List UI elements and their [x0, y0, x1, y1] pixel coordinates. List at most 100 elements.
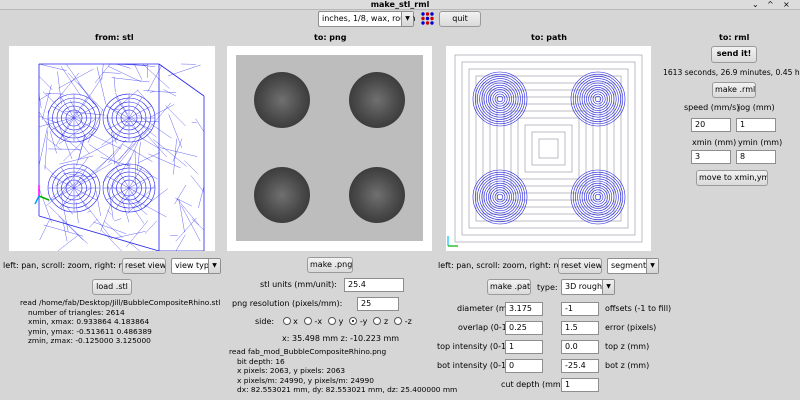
mesh-edge [73, 187, 88, 209]
mesh-edge [143, 90, 177, 94]
side-option[interactable]: -y [349, 317, 367, 326]
load-stl-button[interactable]: load .stl [92, 279, 132, 295]
toolpath-ring [581, 180, 615, 214]
mesh-edge [165, 105, 186, 127]
mode-select[interactable]: inches, 1/8, wax, rough ▼ [318, 11, 415, 27]
side-option-label: y [336, 317, 344, 326]
png-viewer[interactable] [227, 46, 432, 251]
stl-units-input[interactable]: 25.4 [344, 278, 404, 292]
error-input[interactable]: 1.5 [561, 321, 599, 335]
stl-reset-view-button[interactable]: reset view [122, 258, 166, 274]
mesh-edge [51, 187, 75, 201]
side-option[interactable]: y [328, 317, 343, 326]
side-option[interactable]: -x [303, 317, 322, 326]
path-hint: left: pan, scroll: zoom, right: rotate [438, 261, 578, 270]
mesh-edge [195, 118, 205, 133]
png-resolution-input[interactable]: 25 [357, 297, 399, 311]
toolpath-contour [538, 138, 559, 159]
bot-intensity-input[interactable]: 0 [505, 359, 543, 373]
toolpath-ring [483, 180, 517, 214]
mesh-edge [172, 138, 183, 162]
quit-button[interactable]: quit [439, 11, 481, 27]
mesh-edge [89, 218, 98, 228]
mesh-edge [76, 135, 86, 166]
top-intensity-input[interactable]: 1 [505, 340, 543, 354]
mesh-edge [60, 97, 75, 119]
chevron-down-icon: ▼ [602, 280, 614, 294]
mesh-edge [168, 114, 182, 148]
top-z-input[interactable]: 0.0 [561, 340, 599, 354]
mesh-edge [174, 184, 187, 205]
maximize-icon[interactable]: ^ [767, 0, 774, 10]
move-to-origin-button[interactable]: move to xmin,ymin [696, 170, 768, 186]
minimize-icon[interactable]: ⌄ [752, 0, 759, 10]
make-path-button[interactable]: make .path [487, 279, 531, 295]
mesh-edge [149, 91, 155, 93]
side-option[interactable]: z [373, 317, 388, 326]
overlap-input[interactable]: 0.25 [505, 321, 543, 335]
mesh-edge [73, 117, 97, 131]
toolpath-ring [488, 87, 512, 111]
mesh-edge [67, 72, 104, 111]
toolpath-ring [577, 78, 619, 120]
bot-z-label: bot z (mm) [605, 361, 650, 370]
mesh-edge [128, 117, 143, 139]
radio-icon[interactable] [282, 317, 291, 325]
mesh-edge [95, 139, 127, 172]
path-reset-view-button[interactable]: reset view [558, 258, 602, 274]
jog-input[interactable]: 1 [736, 118, 776, 132]
offsets-label: offsets (-1 to fill) [605, 304, 672, 313]
toolpath-ring [579, 80, 617, 118]
mesh-edge [93, 221, 127, 234]
mesh-edge [73, 97, 88, 119]
mesh-edge [39, 219, 50, 241]
mesh-edge [168, 64, 201, 77]
grid-dot [425, 12, 430, 16]
make-png-button[interactable]: make .png [307, 257, 353, 273]
segments-select[interactable]: segments ▼ [607, 258, 659, 274]
mesh-edge [38, 92, 51, 101]
send-it-button[interactable]: send it! [711, 46, 757, 63]
ymin-input[interactable]: 8 [736, 150, 776, 164]
speed-input[interactable]: 20 [691, 118, 731, 132]
bot-z-input[interactable]: -25.4 [561, 359, 599, 373]
toolpath-ring [496, 193, 504, 201]
path-type-select[interactable]: 3D rough ▼ [561, 279, 615, 295]
png-coords: x: 35.498 mm z: -10.223 mm [282, 334, 400, 343]
mesh-edge [38, 63, 67, 71]
mesh-edge [38, 76, 53, 91]
radio-icon[interactable] [394, 317, 403, 325]
mesh-edge [57, 234, 79, 252]
mesh-edge [73, 175, 97, 189]
toolpath-ring [474, 171, 526, 223]
side-option[interactable]: x [282, 317, 298, 326]
toolpath-view [447, 54, 643, 247]
make-rml-button[interactable]: make .rml [712, 82, 756, 98]
mesh-edge [88, 133, 122, 149]
side-label: side: [255, 317, 275, 326]
cut-depth-input[interactable]: 1 [561, 378, 599, 392]
grid-dot [421, 12, 425, 16]
mesh-edge [77, 82, 99, 110]
xmin-input[interactable]: 3 [691, 150, 731, 164]
grid-dot [425, 21, 430, 25]
radio-icon[interactable] [303, 317, 312, 325]
close-icon[interactable]: × [783, 0, 790, 10]
toolpath-ring [572, 73, 624, 125]
side-option[interactable]: -z [394, 317, 412, 326]
path-viewer[interactable] [446, 46, 651, 251]
offsets-input[interactable]: -1 [561, 302, 599, 316]
mesh-edge [198, 186, 205, 208]
png-bubble [349, 72, 405, 128]
stl-viewer[interactable] [9, 46, 215, 252]
side-option-label: -z [402, 317, 412, 326]
diameter-input[interactable]: 3.175 [505, 302, 543, 316]
mesh-edge [160, 147, 198, 157]
toolpath-ring [474, 73, 526, 125]
png-header: to: png [314, 33, 347, 42]
toolpath-ring [494, 93, 506, 105]
grid-icon[interactable] [420, 11, 435, 26]
toolpath-contour [510, 110, 587, 187]
radio-icon[interactable] [328, 317, 337, 325]
view-type-select[interactable]: view type ▼ [171, 258, 221, 274]
